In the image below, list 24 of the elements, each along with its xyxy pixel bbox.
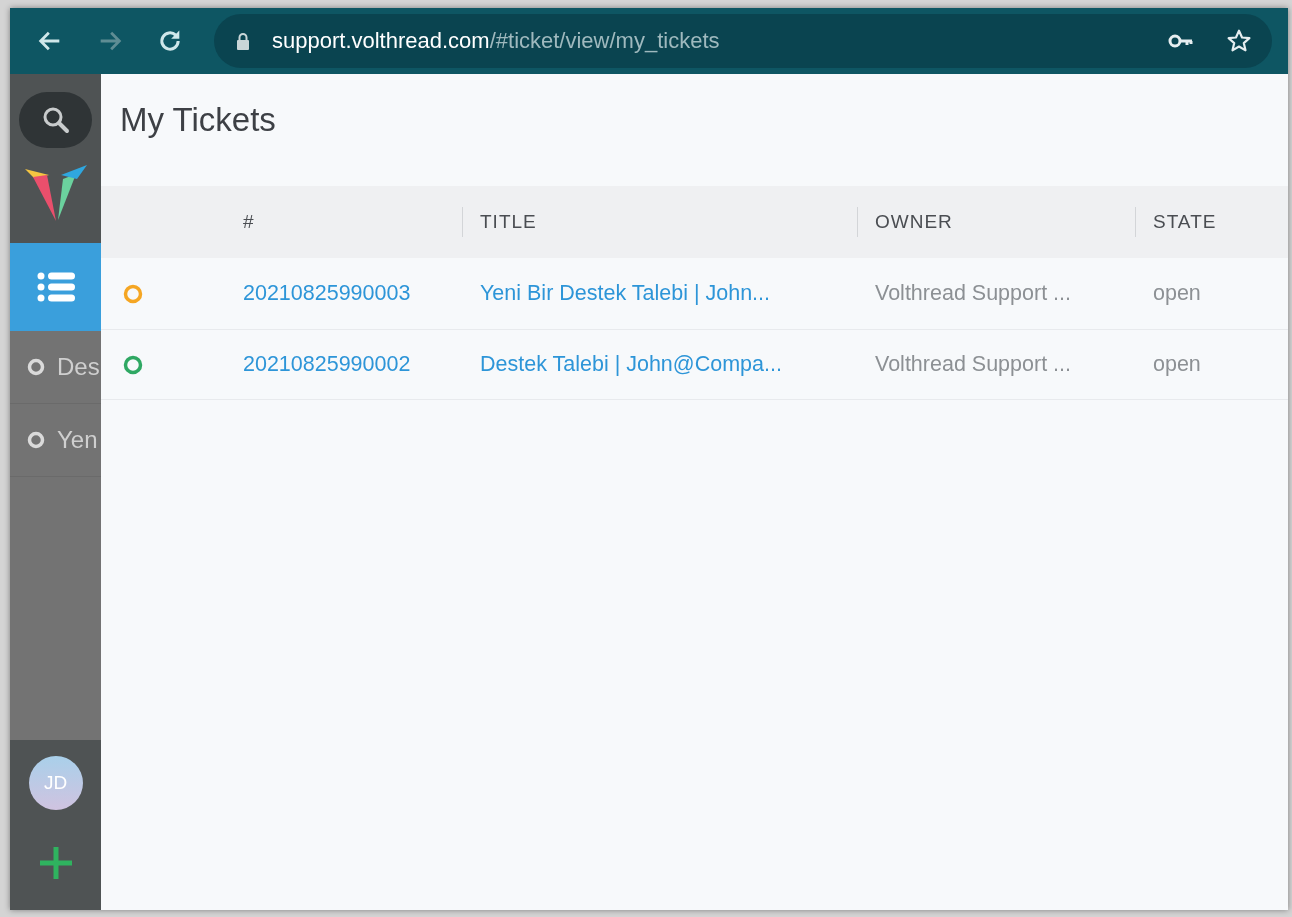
list-icon bbox=[36, 271, 75, 303]
ticket-list-tab[interactable] bbox=[10, 243, 101, 331]
column-header[interactable]: OWNER bbox=[875, 211, 953, 233]
column-header[interactable]: # bbox=[243, 211, 255, 233]
table-cell: open bbox=[1153, 281, 1201, 306]
page-title: My Tickets bbox=[119, 100, 277, 140]
column-header[interactable]: STATE bbox=[1153, 211, 1217, 233]
column-header[interactable]: TITLE bbox=[480, 211, 537, 233]
star-icon[interactable] bbox=[1226, 28, 1252, 54]
logo-icon bbox=[24, 165, 87, 223]
user-avatar[interactable]: JD bbox=[28, 756, 83, 810]
ticket-number-link[interactable]: 20210825990002 bbox=[243, 352, 411, 377]
lock-icon bbox=[236, 32, 250, 50]
table-cell: Volthread Support ... bbox=[875, 352, 1072, 377]
plus-icon[interactable] bbox=[38, 846, 73, 880]
circle-icon bbox=[27, 358, 45, 376]
table-cell: open bbox=[1153, 352, 1201, 377]
circle-icon bbox=[27, 431, 45, 449]
search-button[interactable] bbox=[19, 92, 92, 148]
address-field[interactable]: support.volthread.com/#ticket/view/my_tickets bbox=[214, 14, 1272, 68]
ticket-number-link[interactable]: 20210825990003 bbox=[243, 281, 411, 306]
ticket-title-link[interactable]: Yeni Bir Destek Talebi | John... bbox=[480, 281, 771, 306]
ticket-title-link[interactable]: Destek Talebi | John@Compa... bbox=[480, 352, 782, 377]
table-cell: Volthread Support ... bbox=[875, 281, 1072, 306]
